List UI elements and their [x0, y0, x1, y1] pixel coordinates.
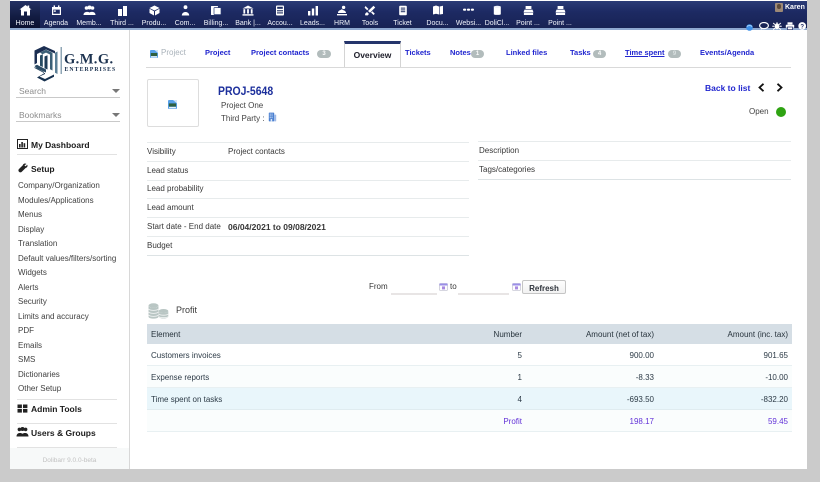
- svg-text:ENTERPRISES: ENTERPRISES: [65, 67, 117, 73]
- svg-text:G.M.G.: G.M.G.: [64, 52, 114, 68]
- svg-text:?: ?: [800, 24, 804, 30]
